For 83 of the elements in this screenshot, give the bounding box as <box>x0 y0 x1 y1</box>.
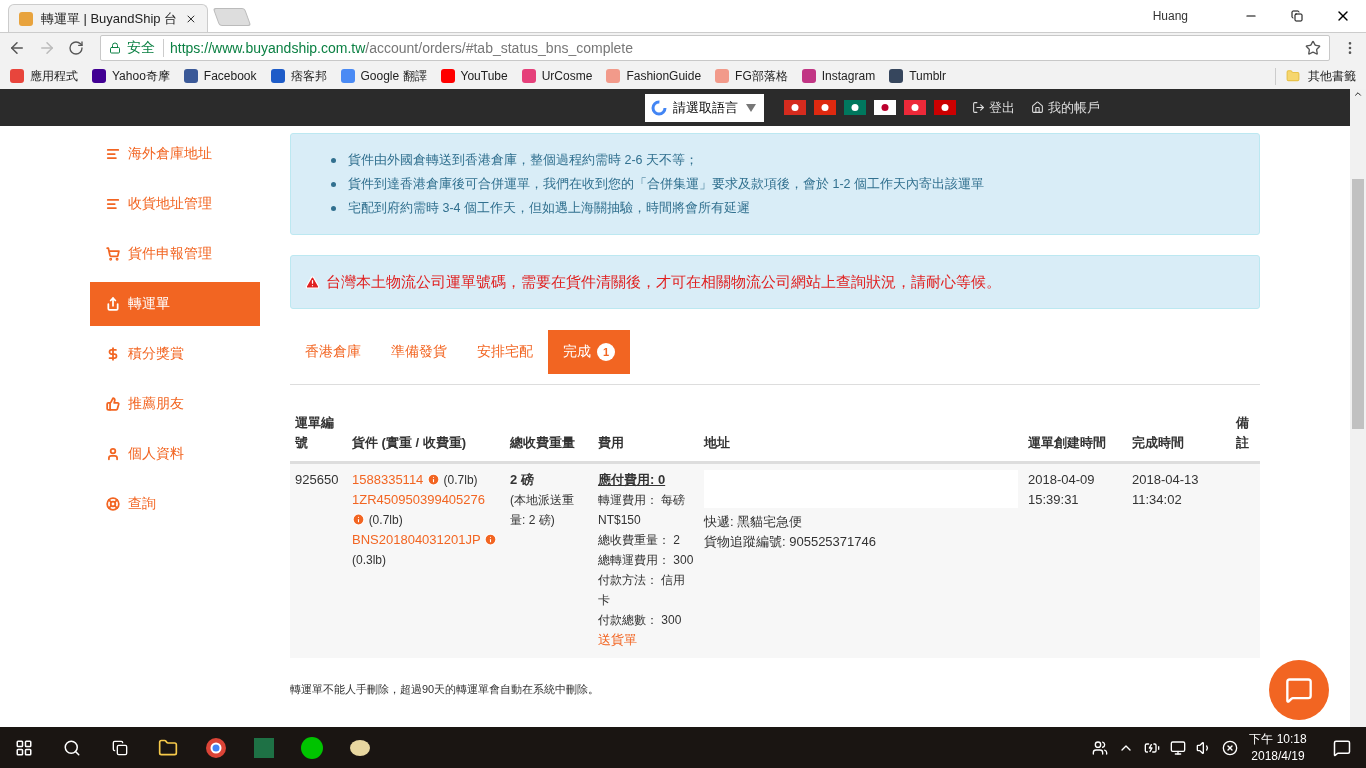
chat-icon <box>1285 676 1313 704</box>
bookmark[interactable]: Instagram <box>801 69 876 83</box>
network-icon[interactable] <box>1170 739 1186 756</box>
table-cell: 925650 <box>290 464 347 658</box>
address-bar[interactable]: 安全 https://www.buyandship.com.tw/account/orders/#tab_status_bns_complete <box>100 35 1330 61</box>
reload-icon[interactable] <box>68 40 84 56</box>
user-icon <box>106 447 120 461</box>
back-icon[interactable] <box>8 39 26 57</box>
info-note: 宅配到府約需時 3-4 個工作天，但如遇上海關抽驗，時間將會所有延遲 <box>348 200 750 217</box>
bookmark[interactable]: 痞客邦 <box>270 67 327 85</box>
google-icon <box>651 99 667 116</box>
bookmark[interactable]: Tumblr <box>889 69 946 83</box>
bookmark[interactable]: UrCosme <box>521 69 593 83</box>
browser-tab[interactable]: 轉運單 | BuyandShip 台 <box>8 4 208 32</box>
courier-text: 快遞: 黑貓宅急便 <box>704 513 804 531</box>
warning-text: 台灣本土物流公司運單號碼，需要在貨件清關後，才可在相關物流公司網站上查詢狀況，請耐心等候。 <box>326 272 1001 292</box>
chat-button[interactable] <box>1269 660 1329 720</box>
lock-icon <box>109 42 121 54</box>
error-icon[interactable] <box>1222 739 1238 756</box>
parcel-weight: (0.7lb) <box>443 473 478 487</box>
info-icon[interactable] <box>484 533 498 546</box>
logout-icon <box>972 101 985 114</box>
bullet-icon <box>331 157 336 163</box>
fee-line: 付款總數： 300 <box>598 612 683 629</box>
parcel-weight: (0.7lb) <box>368 513 403 527</box>
secure-label: 安全 <box>127 39 164 57</box>
account-link[interactable]: 我的帳戶 <box>1031 98 1100 117</box>
people-icon[interactable] <box>1092 739 1108 756</box>
flag-icon[interactable] <box>904 100 926 115</box>
lifebuoy-icon <box>106 497 120 511</box>
windows-icon <box>15 738 33 757</box>
cart-icon <box>106 247 120 261</box>
flag-icon[interactable] <box>784 100 806 115</box>
language-select[interactable]: 請選取語言 <box>645 93 764 122</box>
table-cell: 2018-04-13 11:34:02 <box>1127 464 1231 658</box>
local-weight: (本地派送重量: 2 磅) <box>510 492 575 529</box>
total-weight: 2 磅 <box>510 471 535 489</box>
bookmark[interactable]: FG部落格 <box>715 67 788 85</box>
url-text: https://www.buyandship.com.tw/account/orders/#tab_status_bns_complete <box>170 40 634 56</box>
fee-line: 轉運費用： 每磅 NT$150 <box>598 492 687 529</box>
list-icon <box>106 197 120 211</box>
caret-icon[interactable] <box>744 101 758 114</box>
warning-icon <box>305 274 320 290</box>
info-icon[interactable] <box>426 473 440 486</box>
thumbs-up-icon <box>106 397 120 411</box>
bookmark[interactable]: 應用程式 <box>10 67 78 85</box>
restore-icon <box>1291 10 1303 22</box>
count-badge: 1 <box>597 343 615 361</box>
bookmark[interactable]: Facebook <box>183 69 257 83</box>
dollar-icon <box>106 347 120 361</box>
flag-icon[interactable] <box>874 100 896 115</box>
bookmark[interactable]: FashionGuide <box>606 69 702 83</box>
flag-icon[interactable] <box>844 100 866 115</box>
flag-icon[interactable] <box>814 100 836 115</box>
scrollbar[interactable] <box>1350 89 1366 727</box>
star-icon[interactable] <box>1305 40 1321 56</box>
info-icon[interactable] <box>352 513 365 526</box>
fee-line: 付款方法： 信用卡 <box>598 572 687 609</box>
bookmark[interactable]: Google 翻譯 <box>340 67 427 85</box>
folder-icon <box>1286 69 1300 83</box>
bookmark[interactable]: YouTube <box>440 69 508 83</box>
share-arrow-icon <box>106 297 120 311</box>
flag-icon[interactable] <box>934 100 956 115</box>
parcel-weight: (0.3lb) <box>352 553 386 567</box>
bullet-icon <box>331 205 336 211</box>
fee-line: 總轉運費用： 300 <box>598 552 694 569</box>
bullet-icon <box>331 181 336 187</box>
list-icon <box>106 147 120 161</box>
info-note: 貨件由外國倉轉送到香港倉庫，整個過程約需時 2-6 天不等； <box>348 152 698 169</box>
tracking-number: 貨物追蹤編號: 905525371746 <box>704 533 877 551</box>
bookmark[interactable]: Yahoo奇摩 <box>92 67 170 85</box>
info-note: 貨件到達香港倉庫後可合併運單，我們在收到您的「合併集運」要求及款項後，會於 1-2 個工作天內寄出該運單 <box>348 176 984 193</box>
profile-name: Huang <box>1152 9 1188 23</box>
favicon-icon <box>19 11 33 26</box>
table-cell: 2018-04-09 15:39:31 <box>1023 464 1127 658</box>
fee-due: 應付費用: 0 <box>598 471 667 489</box>
scroll-up-icon[interactable] <box>1353 89 1363 99</box>
clock[interactable]: 下午 10:18 2018/4/19 <box>1248 730 1308 765</box>
fee-line: 總收費重量： 2 <box>598 532 681 549</box>
footer-note: 轉運單不能人手刪除，超過90天的轉運單會自動在系統中刪除。 <box>290 682 601 697</box>
logout-link[interactable]: 登出 <box>972 98 1015 117</box>
home-icon <box>1031 101 1044 114</box>
other-bookmarks[interactable]: 其他書籤 <box>1275 67 1356 85</box>
